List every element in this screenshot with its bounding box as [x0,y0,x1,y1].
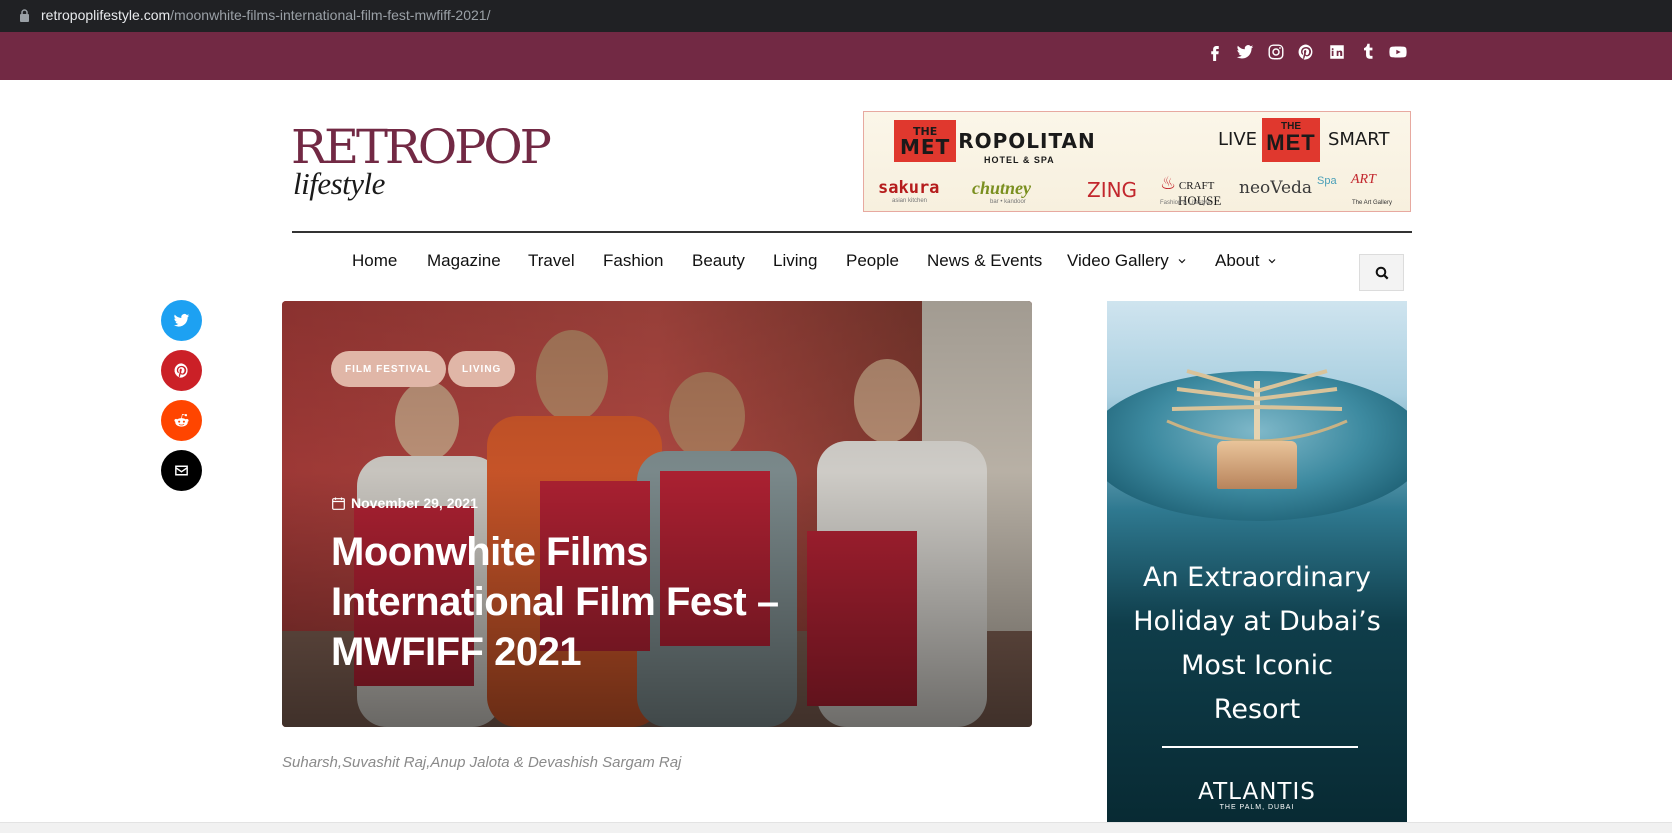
met-badge: THE MET [1262,118,1320,162]
calendar-icon [332,497,345,510]
chevron-down-icon [1178,259,1186,264]
article-title: Moonwhite Films International Film Fest … [331,530,779,674]
nav-living[interactable]: Living [773,251,817,271]
hero-featured-image[interactable]: FILM FESTIVAL LIVING November 29, 2021 M… [282,301,1032,727]
share-pinterest-button[interactable] [161,350,202,391]
nav-magazine[interactable]: Magazine [427,251,501,271]
nav-travel[interactable]: Travel [528,251,575,271]
category-badge-film-festival[interactable]: FILM FESTIVAL [331,351,446,387]
atlantis-logo: ATLANTIS [1198,779,1316,805]
brand-chutney: chutney [972,178,1032,198]
share-email-button[interactable] [161,450,202,491]
category-badge-living[interactable]: LIVING [448,351,516,387]
brand-art-gallery: ART [1351,172,1376,187]
top-social-bar [0,32,1672,80]
facebook-icon[interactable] [1205,42,1225,62]
search-icon [1375,266,1388,279]
image-caption: Suharsh,Suvashit Raj,Anup Jalota & Devas… [282,754,682,771]
logo-wordmark: RETROPOP [291,120,552,175]
resort-building [1217,441,1297,489]
post-date: November 29, 2021 [332,495,478,511]
nav-about[interactable]: About [1215,251,1276,271]
ad-brand-row: sakura asian kitchen chutney bar • kando… [878,172,1393,208]
linkedin-icon[interactable] [1327,42,1347,62]
live-label: LIVE [1218,129,1258,150]
logo-tagline: lifestyle [293,166,385,201]
chevron-down-icon [1269,259,1276,264]
tumblr-icon[interactable] [1358,42,1378,62]
nav-home[interactable]: Home [352,251,397,271]
smart-label: SMART [1328,129,1390,150]
search-button[interactable] [1359,254,1404,291]
brand-zing: ZING [1087,178,1138,202]
pinterest-icon [174,363,188,378]
email-icon [175,465,188,476]
nav-beauty[interactable]: Beauty [692,251,745,271]
twitter-icon[interactable] [1235,42,1255,62]
site-logo[interactable]: RETROPOP lifestyle [291,120,552,206]
reddit-icon [174,414,189,427]
pinterest-icon[interactable] [1296,42,1316,62]
hotel-spa-label: HOTEL & SPA [984,155,1055,165]
header-ad-banner[interactable]: THE MET ROPOLITAN HOTEL & SPA LIVE THE ME… [863,111,1411,212]
instagram-icon[interactable] [1266,42,1286,62]
ad-divider [1162,746,1358,748]
nav-news-events[interactable]: News & Events [927,251,1042,271]
browser-address-bar[interactable]: retropoplifestyle.com/moonwhite-films-in… [0,0,1672,32]
twitter-icon [173,314,190,327]
ad-tagline: An Extraordinary Holiday at Dubai’s Most… [1133,562,1381,725]
url-text[interactable]: retropoplifestyle.com/moonwhite-films-in… [41,7,490,23]
bottom-edge [0,822,1672,833]
youtube-icon[interactable] [1388,42,1408,62]
brand-neoveda: neoVeda [1239,178,1313,198]
nav-fashion[interactable]: Fashion [603,251,663,271]
brand-sakura: sakura [878,178,940,198]
nav-video-gallery[interactable]: Video Gallery [1067,251,1186,271]
header-divider [292,231,1412,233]
share-twitter-button[interactable] [161,300,202,341]
lock-icon [20,9,29,22]
sidebar-ad-atlantis[interactable]: An Extraordinary Holiday at Dubai’s Most… [1107,301,1407,823]
palm-island-graphic [1166,369,1348,446]
nav-people[interactable]: People [846,251,899,271]
share-reddit-button[interactable] [161,400,202,441]
atlantis-location: THE PALM, DUBAI [1219,804,1295,811]
